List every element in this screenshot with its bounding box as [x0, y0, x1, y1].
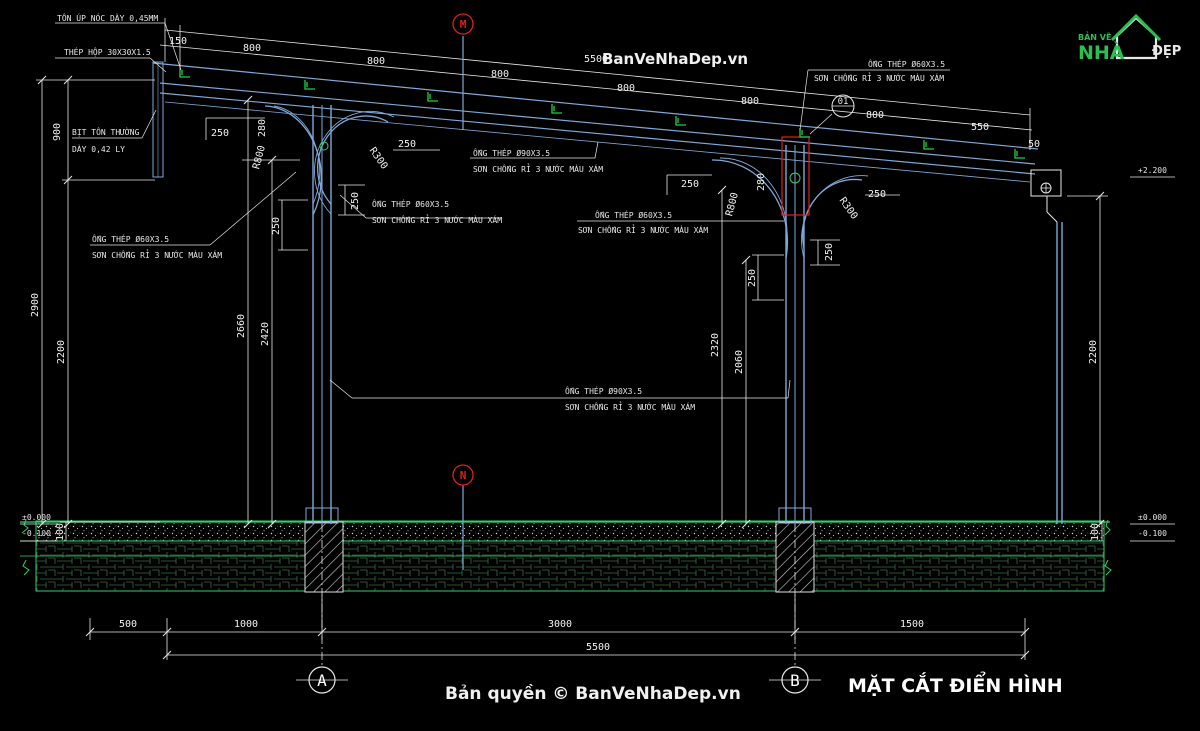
roof-rafter-bottom: [159, 92, 1036, 175]
note-pipe60-mid-1: ỐNG THÉP Ø60X3.5: [595, 209, 672, 220]
roof-dim-800: 800: [617, 83, 635, 94]
note-pipe90-top-2: SƠN CHỐNG RỈ 3 NƯỚC MÀU XÁM: [473, 163, 603, 174]
roof-dim-150: 150: [169, 36, 187, 47]
roof-dim-800: 800: [367, 56, 385, 67]
roof-dim-50: 50: [1028, 139, 1040, 150]
roof-dim-800: 800: [243, 43, 261, 54]
level-left-zero: ±0.000: [22, 513, 51, 522]
bottom-dim-1500: 1500: [900, 619, 924, 630]
note-pipe90-mid-2: SƠN CHỐNG RỈ 3 NƯỚC MÀU XÁM: [565, 401, 695, 412]
dim-2200-right: 2200: [1088, 340, 1099, 364]
level-right-minus: -0.100: [1138, 529, 1167, 538]
bracket-b-250-mid: 250: [824, 243, 835, 261]
roof-dim-800: 800: [491, 69, 509, 80]
level-right-zero: ±0.000: [1138, 513, 1167, 522]
note-ridge-cap: TÔN ÚP NÓC DÀY 0,45MM: [57, 12, 158, 23]
bracket-a-250-left: 250: [211, 128, 229, 139]
ground-section: [20, 519, 1112, 593]
level-labels: ±0.000 -0.100 ±0.000 -0.100 +2.200: [22, 166, 1167, 538]
logo-line1: BẢN VẼ: [1078, 31, 1111, 42]
note-pipe60-b-2: SƠN CHỐNG RỈ 3 NƯỚC MÀU XÁM: [814, 72, 944, 83]
roof-dim-550: 550: [971, 122, 989, 133]
bracket-b-250-right: 250: [868, 189, 886, 200]
footing-a: [304, 521, 344, 593]
section-marker-n-label: N: [460, 469, 467, 482]
note-pipe60-mid-2: SƠN CHỐNG RỈ 3 NƯỚC MÀU XÁM: [578, 224, 708, 235]
logo-brand-b: ĐẸP: [1152, 44, 1181, 59]
dim-2900: 2900: [30, 293, 41, 317]
bottom-dim-500: 500: [119, 619, 137, 630]
bracket-b-250-left: 250: [681, 179, 699, 190]
bracket-b-280: 280: [756, 173, 767, 191]
dim-2060: 2060: [734, 350, 745, 374]
earth-layer: [35, 540, 1105, 592]
bracket-a-280: 280: [257, 119, 268, 137]
note-pipe60-a-1: ỐNG THÉP Ø60X3.5: [372, 198, 449, 209]
gravel-layer: [35, 520, 1105, 542]
dim-2200-left: 2200: [56, 340, 67, 364]
roof-rafter-top: [159, 82, 1036, 165]
column-a: [264, 105, 395, 524]
logo-brand-a: NHÀ: [1078, 41, 1125, 64]
watermark-bottom: Bản quyền © BanVeNhaDep.vn: [445, 683, 741, 704]
note-fascia-1: BỊT TÔN THƯỜNG: [72, 126, 140, 137]
bottom-dim-total: 5500: [586, 642, 610, 653]
dim-2320: 2320: [710, 333, 721, 357]
bracket-a-250-mid: 250: [350, 192, 361, 210]
radius-r800-b: R800: [724, 191, 741, 217]
watermark-top: BanVeNhaDep.vn: [602, 50, 748, 68]
radius-r300-a: R300: [367, 146, 390, 172]
note-box-steel: THÉP HỘP 30X30X1.5: [64, 46, 151, 57]
brand-logo: BẢN VẼ NHÀ ĐẸP: [1078, 13, 1181, 64]
roof-dim-800: 800: [741, 96, 759, 107]
dim-250-col-b: 250: [747, 269, 758, 287]
note-pipe60-left-2: SƠN CHỐNG RỈ 3 NƯỚC MÀU XÁM: [92, 249, 222, 260]
axis-label-a: A: [317, 671, 327, 690]
note-pipe60-b-1: ỐNG THÉP Ø60X3.5: [868, 58, 945, 69]
bottom-dimension-labels: 500 1000 3000 1500 5500: [119, 619, 924, 653]
axis-label-b: B: [790, 671, 800, 690]
radius-labels: R800 R300 R800 R300: [251, 144, 859, 221]
note-pipe60-left-1: ỐNG THÉP Ø60X3.5: [92, 233, 169, 244]
section-marker-m-label: M: [460, 18, 467, 31]
note-pipe90-top-1: ỐNG THÉP Ø90X3.5: [473, 147, 550, 158]
dim-100-left: 100: [55, 523, 66, 541]
dim-100-right: 100: [1090, 523, 1101, 541]
bottom-dim-1000: 1000: [234, 619, 258, 630]
dim-900: 900: [52, 123, 63, 141]
note-pipe90-mid-1: ỐNG THÉP Ø90X3.5: [565, 385, 642, 396]
bottom-dim-3000: 3000: [548, 619, 572, 630]
level-right-roof: +2.200: [1138, 166, 1167, 175]
dim-2660: 2660: [236, 314, 247, 338]
vertical-dimension-labels: 900 2900 2200 2660 2420 250 2320 2060 25…: [30, 123, 1101, 541]
radius-r800-a: R800: [251, 144, 268, 170]
dim-2420: 2420: [260, 322, 271, 346]
roof-dim-800: 800: [866, 110, 884, 121]
drawing-title: MẶT CẮT ĐIỂN HÌNH: [848, 671, 1063, 697]
dim-250-col-a: 250: [271, 217, 282, 235]
radius-r300-b: R300: [837, 196, 860, 222]
steel-structure: [152, 61, 1063, 524]
bracket-a-250-right: 250: [398, 139, 416, 150]
section-drawing: M N 01 A B 150 800 800 800 800 800 800 5…: [20, 12, 1181, 704]
note-fascia-2: DÀY 0,42 LY: [72, 143, 125, 154]
note-pipe60-a-2: SƠN CHỐNG RỈ 3 NƯỚC MÀU XÁM: [372, 214, 502, 225]
detail-marker-label: 01: [838, 97, 849, 107]
level-left-minus: -0.100: [22, 529, 51, 538]
